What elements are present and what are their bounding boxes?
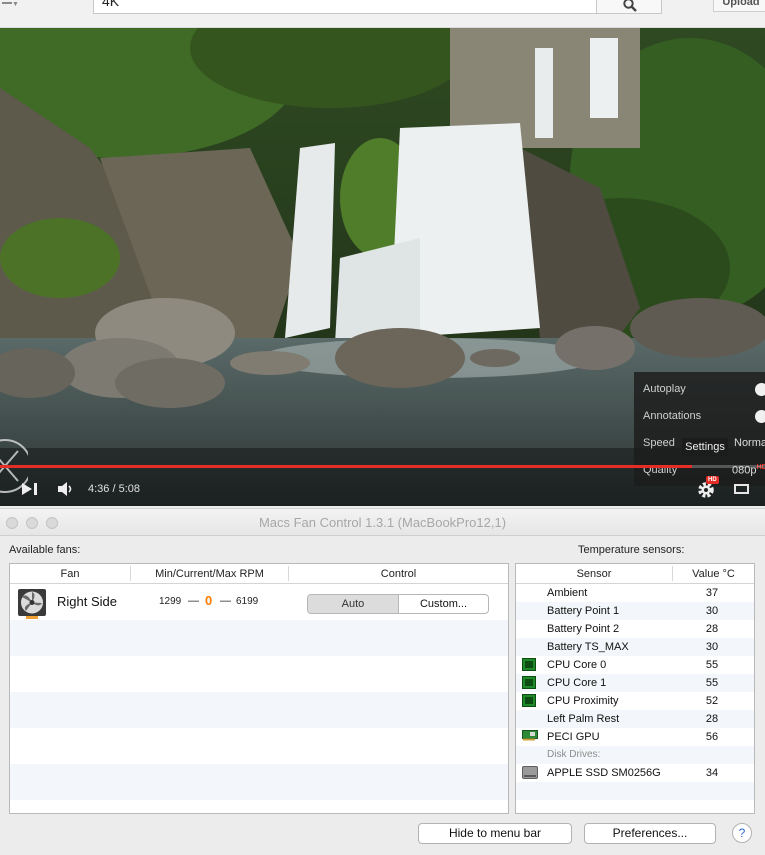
hard-drive-icon bbox=[522, 766, 538, 782]
sensor-name: APPLE SSD SM0256G bbox=[547, 767, 661, 779]
hd-badge: HD bbox=[706, 476, 719, 484]
sensor-name: Battery Point 1 bbox=[547, 605, 620, 617]
disk-drives-group-label: Disk Drives: bbox=[547, 749, 601, 760]
volume-icon[interactable] bbox=[57, 481, 75, 497]
value-column-header[interactable]: Value °C bbox=[673, 568, 754, 580]
autoplay-toggle[interactable] bbox=[755, 383, 765, 396]
empty-row bbox=[516, 782, 754, 800]
sensor-name: Battery Point 2 bbox=[547, 623, 620, 635]
window-title: Macs Fan Control 1.3.1 (MacBookPro12,1) bbox=[258, 515, 507, 530]
quality-setting[interactable]: Quality 080pHD bbox=[643, 461, 765, 481]
autoplay-label: Autoplay bbox=[643, 383, 686, 395]
sensor-value: 52 bbox=[705, 695, 719, 707]
fan-row[interactable]: Right Side 1299 — 0 — 6199 Auto Custom..… bbox=[10, 584, 508, 620]
sensor-value: 30 bbox=[705, 641, 719, 653]
control-column-header[interactable]: Control bbox=[289, 568, 508, 580]
help-button[interactable]: ? bbox=[732, 823, 752, 843]
sensor-value: 55 bbox=[705, 677, 719, 689]
fans-table-header: Fan Min/Current/Max RPM Control bbox=[10, 564, 508, 584]
sensor-value: 55 bbox=[705, 659, 719, 671]
gpu-card-icon bbox=[522, 730, 538, 744]
sensor-row[interactable]: APPLE SSD SM0256G 34 bbox=[516, 764, 754, 782]
app-window-body: Available fans: Temperature sensors: Fan… bbox=[0, 536, 765, 855]
empty-row bbox=[10, 692, 508, 728]
sensor-row[interactable]: Battery Point 1 30 bbox=[516, 602, 754, 620]
browser-header: ▼ Upload bbox=[0, 0, 765, 28]
sensor-name: CPU Proximity bbox=[547, 695, 619, 707]
sensor-row[interactable]: Battery Point 2 28 bbox=[516, 620, 754, 638]
video-progress-fill bbox=[0, 465, 693, 468]
fan-control-segmented: Auto Custom... bbox=[307, 594, 489, 614]
sensor-name: Ambient bbox=[547, 587, 588, 599]
sensor-value: 28 bbox=[705, 623, 719, 635]
sensor-value: 34 bbox=[705, 767, 719, 779]
app-titlebar: Macs Fan Control 1.3.1 (MacBookPro12,1) bbox=[0, 508, 765, 536]
sensor-value: 30 bbox=[705, 605, 719, 617]
sensor-name: Battery TS_MAX bbox=[547, 641, 629, 653]
chevron-down-icon: ▼ bbox=[12, 1, 19, 8]
rpm-column-header[interactable]: Min/Current/Max RPM bbox=[131, 568, 288, 580]
fan-name: Right Side bbox=[57, 594, 117, 609]
fan-max-rpm: 6199 bbox=[236, 596, 259, 607]
player-settings-menu: Autoplay Annotations Speed Norma Quality… bbox=[634, 372, 765, 486]
theater-mode-icon[interactable] bbox=[734, 484, 749, 494]
custom-control-button[interactable]: Custom... bbox=[399, 595, 488, 613]
temperature-sensors-label: Temperature sensors: bbox=[578, 544, 685, 556]
empty-row bbox=[10, 620, 508, 656]
annotations-label: Annotations bbox=[643, 410, 702, 422]
disk-drives-group-row: Disk Drives: bbox=[516, 746, 754, 764]
sensors-table-header: Sensor Value °C bbox=[516, 564, 754, 584]
sensors-table: Sensor Value °C Ambient 37 Battery Point 1… bbox=[515, 563, 755, 814]
hide-to-menu-bar-button[interactable]: Hide to menu bar bbox=[418, 823, 572, 844]
sensor-column-header[interactable]: Sensor bbox=[516, 568, 672, 580]
cpu-chip-icon bbox=[522, 694, 536, 710]
empty-row bbox=[10, 764, 508, 800]
sensor-value: 28 bbox=[705, 713, 719, 725]
fan-column-header[interactable]: Fan bbox=[10, 568, 130, 580]
video-time: 4:36 / 5:08 bbox=[88, 483, 140, 495]
sensor-name: Left Palm Rest bbox=[547, 713, 620, 725]
sensor-name: PECI GPU bbox=[547, 731, 600, 743]
auto-control-button[interactable]: Auto bbox=[308, 595, 399, 613]
fans-table: Fan Min/Current/Max RPM Control Right Si… bbox=[9, 563, 509, 814]
annotations-toggle[interactable] bbox=[755, 410, 765, 423]
preferences-button[interactable]: Preferences... bbox=[584, 823, 716, 844]
sensor-row[interactable]: CPU Core 1 55 bbox=[516, 674, 754, 692]
search-icon bbox=[623, 0, 637, 12]
rpm-separator: — bbox=[188, 595, 199, 607]
cpu-chip-icon bbox=[522, 676, 536, 692]
settings-tooltip: Settings bbox=[682, 438, 728, 456]
sensor-row[interactable]: CPU Proximity 52 bbox=[516, 692, 754, 710]
video-player[interactable]: Autoplay Annotations Speed Norma Quality… bbox=[0, 28, 765, 506]
video-progress-bar[interactable] bbox=[0, 465, 765, 468]
fan-min-rpm: 1299 bbox=[159, 596, 182, 607]
speed-label: Speed bbox=[643, 437, 675, 449]
autoplay-setting[interactable]: Autoplay bbox=[643, 380, 765, 400]
sensor-row[interactable]: CPU Core 0 55 bbox=[516, 656, 754, 674]
rpm-separator: — bbox=[220, 595, 231, 607]
fan-current-rpm: 0 bbox=[205, 593, 213, 608]
annotations-setting[interactable]: Annotations bbox=[643, 407, 765, 427]
speed-value: Norma bbox=[734, 437, 765, 449]
search-button[interactable] bbox=[596, 0, 662, 14]
sensor-name: CPU Core 0 bbox=[547, 659, 607, 671]
sensor-row[interactable]: PECI GPU 56 bbox=[516, 728, 754, 746]
upload-button[interactable]: Upload bbox=[713, 0, 765, 12]
sensor-value: 56 bbox=[705, 731, 719, 743]
next-video-icon[interactable] bbox=[21, 482, 39, 496]
sensor-row[interactable]: Ambient 37 bbox=[516, 584, 754, 602]
available-fans-label: Available fans: bbox=[9, 544, 81, 556]
fan-icon bbox=[18, 589, 46, 619]
sensor-row[interactable]: Battery TS_MAX 30 bbox=[516, 638, 754, 656]
sensor-value: 37 bbox=[705, 587, 719, 599]
sensor-row[interactable]: Left Palm Rest 28 bbox=[516, 710, 754, 728]
search-input[interactable] bbox=[93, 0, 597, 14]
cpu-chip-icon bbox=[522, 658, 536, 674]
sensor-name: CPU Core 1 bbox=[547, 677, 607, 689]
